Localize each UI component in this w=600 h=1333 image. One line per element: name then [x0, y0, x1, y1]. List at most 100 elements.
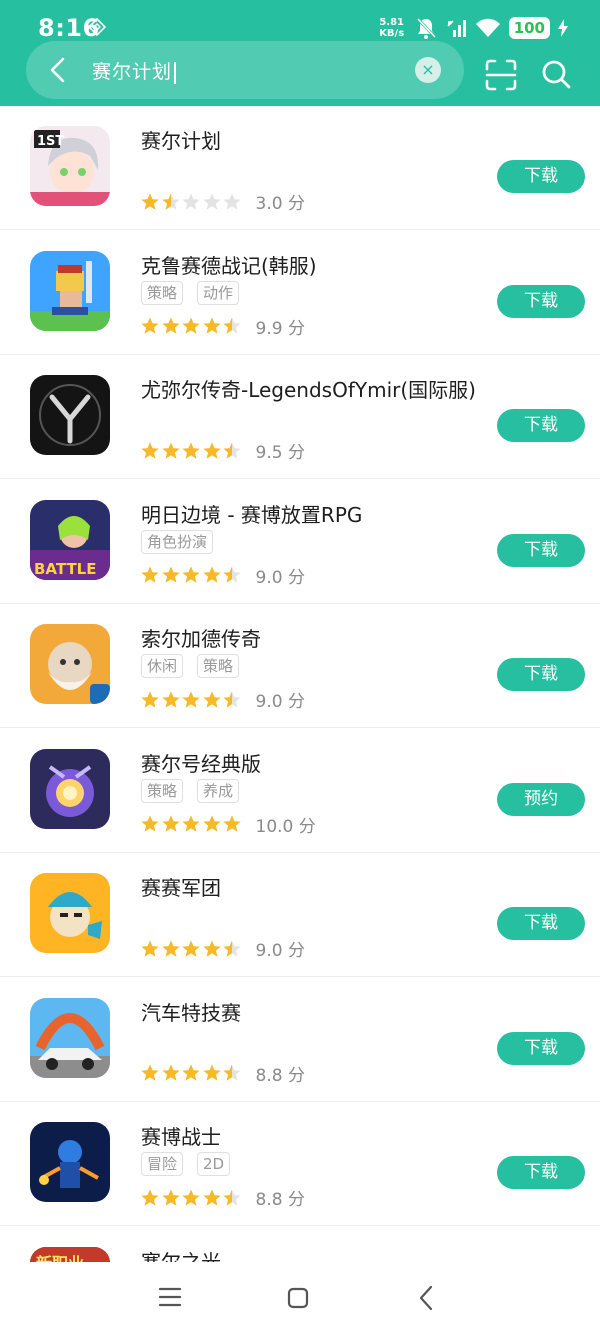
app-name[interactable]: 明日边境 - 赛博放置RPG: [141, 499, 362, 528]
star-icon: [161, 939, 181, 959]
stunt-car-icon[interactable]: [30, 997, 110, 1078]
menu-icon[interactable]: [158, 1286, 182, 1308]
star-icon: [222, 814, 242, 834]
star-icon: [161, 814, 181, 834]
app-name[interactable]: 索尔加德传奇: [141, 623, 261, 652]
star-icon: [202, 814, 222, 834]
star-rating: 10.0 分: [140, 812, 316, 837]
app-tags: 策略 动作: [141, 280, 240, 305]
star-icon: [202, 565, 222, 585]
text-caret: [174, 61, 176, 84]
net-speed: 5.81 KB/s: [377, 17, 407, 39]
download-button[interactable]: 下载: [497, 1156, 585, 1189]
star-icon: [202, 1188, 222, 1208]
svg-text:新职业: 新职业: [36, 1254, 84, 1263]
download-button[interactable]: 下载: [497, 160, 585, 193]
search-query: 赛尔计划: [92, 61, 173, 83]
app-score: 9.0 分: [255, 941, 305, 961]
search-icon[interactable]: [540, 58, 572, 90]
star-icon: [140, 1063, 160, 1083]
nav-back-icon[interactable]: [418, 1285, 434, 1311]
star-icon: [222, 939, 242, 959]
app-score: 9.5 分: [255, 443, 305, 463]
scan-icon[interactable]: [484, 58, 518, 92]
battle-night-girl-icon[interactable]: BATTLE: [30, 499, 110, 580]
app-score: 8.8 分: [255, 1190, 305, 1210]
app-name[interactable]: 赛尔号经典版: [141, 748, 261, 777]
star-icon: [140, 1188, 160, 1208]
app-list-item[interactable]: 索尔加德传奇 休闲 策略 9.0 分 下载: [0, 604, 600, 728]
star-icon: [181, 192, 201, 212]
battery-level: 100: [508, 17, 550, 39]
app-list-item[interactable]: BATTLE 明日边境 - 赛博放置RPG 角色扮演 9.0 分 下载: [0, 480, 600, 604]
seer-robot-icon[interactable]: [30, 748, 110, 829]
star-icon: [140, 316, 160, 336]
app-tag: 动作: [197, 280, 240, 305]
app-list-item[interactable]: 1ST 赛尔计划 3.0 分 下载: [0, 106, 600, 230]
viking-elder-icon[interactable]: [30, 624, 110, 704]
app-list-item[interactable]: 赛尔号经典版 策略 养成 10.0 分 预约: [0, 729, 600, 853]
app-tag: 养成: [197, 778, 240, 803]
star-icon: [202, 192, 222, 212]
app-list-item[interactable]: 尤弥尔传奇-LegendsOfYmir(国际服) 9.5 分 下载: [0, 355, 600, 479]
star-icon: [181, 565, 201, 585]
wifi-icon: [475, 18, 500, 37]
new-career-icon[interactable]: 新职业: [30, 1246, 110, 1263]
star-rating: 9.9 分: [140, 314, 305, 339]
status-indicators: 5.81 KB/s 100: [377, 14, 568, 42]
app-tag: 休闲: [141, 654, 184, 678]
star-icon: [140, 441, 160, 461]
star-icon: [181, 1063, 201, 1083]
app-name[interactable]: 赛赛军团: [141, 872, 221, 901]
app-name[interactable]: 克鲁赛德战记(韩服): [141, 250, 317, 279]
net-speed-value: 5.81: [379, 17, 405, 28]
star-icon: [140, 192, 160, 212]
charging-bolt-icon: [558, 19, 568, 37]
cartoon-soldier-icon[interactable]: [30, 873, 110, 953]
app-list-item[interactable]: 汽车特技赛 8.8 分 下载: [0, 978, 600, 1102]
star-icon: [140, 565, 160, 585]
app-list-item[interactable]: 克鲁赛德战记(韩服) 策略 动作 9.9 分 下载: [0, 231, 600, 355]
star-icon: [222, 1188, 242, 1208]
reserve-button[interactable]: 预约: [497, 782, 585, 816]
download-button[interactable]: 下载: [497, 907, 585, 940]
star-icon: [161, 192, 181, 212]
download-button[interactable]: 下载: [497, 284, 585, 318]
star-icon: [181, 441, 201, 461]
app-name[interactable]: 塞尔之光: [141, 1246, 221, 1263]
download-button[interactable]: 下载: [497, 1031, 585, 1065]
anime-girl-1st-icon[interactable]: 1ST: [30, 126, 110, 206]
star-icon: [222, 316, 242, 336]
download-button[interactable]: 下载: [497, 533, 585, 567]
star-icon: [161, 690, 181, 710]
app-name[interactable]: 汽车特技赛: [141, 997, 241, 1026]
star-icon: [140, 814, 160, 834]
download-button[interactable]: 下载: [497, 409, 585, 442]
clear-search-button[interactable]: ×: [415, 57, 441, 83]
download-button[interactable]: 下载: [497, 658, 585, 691]
app-name[interactable]: 赛尔计划: [141, 125, 221, 154]
search-input[interactable]: 赛尔计划: [92, 57, 176, 84]
app-tag: 冒险: [141, 1152, 184, 1176]
cyber-warrior-icon[interactable]: [30, 1122, 110, 1202]
ymir-y-logo-icon[interactable]: [30, 375, 110, 455]
star-rating: 3.0 分: [140, 189, 305, 214]
app-tags: 冒险 2D: [141, 1152, 231, 1176]
star-icon: [161, 316, 181, 336]
search-results-list[interactable]: 1ST 赛尔计划 3.0 分下载 克鲁赛德战记(韩服) 策略 动作 9.9 分下载 尤弥尔传奇…: [0, 106, 600, 1262]
app-list-item[interactable]: 赛博战士 冒险 2D 8.8 分 下载: [0, 1102, 600, 1226]
app-list-item[interactable]: 赛赛军团 9.0 分 下载: [0, 853, 600, 977]
app-score: 9.9 分: [255, 318, 305, 339]
app-name[interactable]: 赛博战士: [141, 1121, 221, 1150]
app-tags: 角色扮演: [141, 529, 214, 554]
app-name[interactable]: 尤弥尔传奇-LegendsOfYmir(国际服): [141, 374, 476, 403]
home-icon[interactable]: [287, 1287, 309, 1309]
app-list-item[interactable]: 新职业 塞尔之光: [0, 1227, 600, 1263]
star-rating: 9.0 分: [140, 936, 305, 961]
mute-bell-icon: [416, 17, 436, 39]
star-icon: [222, 690, 242, 710]
search-bar[interactable]: 赛尔计划 ×: [26, 41, 464, 99]
back-arrow-icon[interactable]: [46, 57, 70, 83]
star-rating: 8.8 分: [140, 1185, 305, 1210]
pixel-knight-icon[interactable]: [30, 250, 110, 331]
